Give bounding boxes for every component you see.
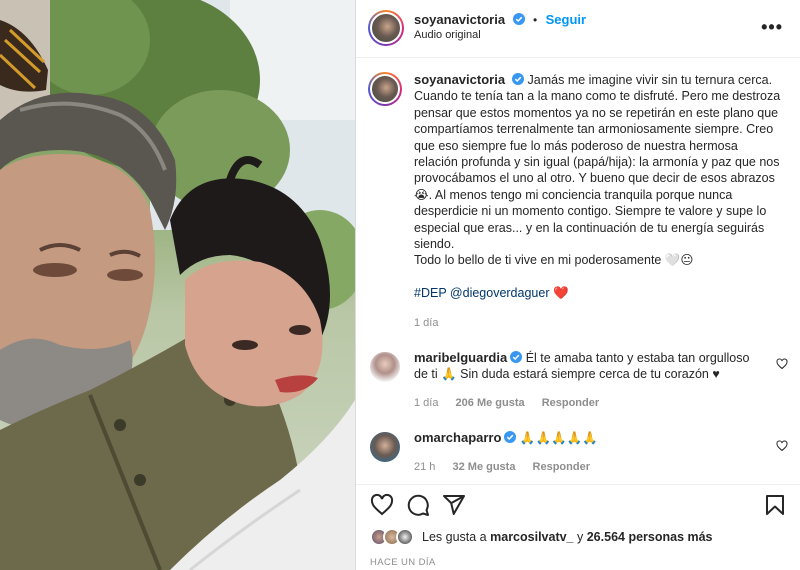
- mention-link[interactable]: @diegoverdaguer: [450, 286, 550, 300]
- comment-icon[interactable]: [406, 493, 430, 517]
- caption-text: soyanavictoria Jamás me imagine vivir si…: [414, 72, 784, 332]
- comment-avatar[interactable]: [370, 352, 400, 382]
- caption-last-emoji: 🤍😐: [664, 253, 694, 268]
- audio-label[interactable]: Audio original: [414, 29, 481, 41]
- separator-dot: •: [532, 13, 538, 27]
- verified-icon: [504, 431, 517, 443]
- likes-summary: Les gusta a marcosilvatv_ y 26.564 perso…: [370, 528, 790, 548]
- caption-line-last: Todo lo bello de ti vive en mi poderosam…: [414, 253, 662, 268]
- likes-user-link[interactable]: marcosilvatv_: [490, 530, 573, 544]
- post-sidebar: soyanavictoria • Seguir Audio original •…: [355, 0, 800, 570]
- comment-avatar[interactable]: [370, 432, 400, 462]
- comment-author[interactable]: maribelguardia: [414, 350, 507, 365]
- tag-emoji: ❤️: [552, 285, 569, 300]
- share-icon[interactable]: [442, 493, 466, 517]
- comment-heart-icon[interactable]: [776, 440, 788, 452]
- reply-button[interactable]: Responder: [533, 461, 590, 473]
- comment-likes[interactable]: 32 Me gusta: [452, 461, 515, 473]
- verified-icon: [512, 13, 525, 25]
- comment-text: maribelguardia Él te amaba tanto y estab…: [414, 350, 754, 383]
- more-icon[interactable]: •••: [761, 17, 783, 38]
- comment-likes[interactable]: 206 Me gusta: [456, 397, 525, 409]
- comment-meta: 21 h 32 Me gusta Responder: [414, 461, 604, 473]
- verified-icon: [510, 351, 523, 363]
- comment-meta: 1 día 206 Me gusta Responder: [414, 397, 613, 409]
- follow-button[interactable]: Seguir: [546, 12, 586, 27]
- comment-author[interactable]: omarchaparro: [414, 430, 501, 445]
- author-username[interactable]: soyanavictoria: [414, 12, 505, 27]
- caption-body2: . Al menos tengo mi conciencia tranquila…: [414, 187, 767, 252]
- comment-body: 🙏🙏🙏🙏🙏: [519, 431, 598, 445]
- comment-heart-icon[interactable]: [776, 358, 788, 370]
- avatar-image: [370, 74, 400, 104]
- comment-text: omarchaparro 🙏🙏🙏🙏🙏: [414, 430, 754, 446]
- liker-avatars[interactable]: [370, 528, 420, 546]
- likes-prefix: Les gusta a: [422, 530, 487, 544]
- caption-author[interactable]: soyanavictoria: [414, 72, 505, 87]
- caption-time[interactable]: 1 día: [414, 315, 784, 331]
- caption-body: Cuando te tenía tan a la mano como te di…: [414, 89, 781, 186]
- comment-item: omarchaparro 🙏🙏🙏🙏🙏 21 h 32 Me gusta Resp…: [368, 430, 788, 480]
- liker-avatar: [396, 528, 414, 546]
- verified-icon: [512, 73, 525, 85]
- reply-button[interactable]: Responder: [542, 397, 599, 409]
- hashtag-link[interactable]: #DEP: [414, 286, 446, 300]
- likes-text: Les gusta a marcosilvatv_ y 26.564 perso…: [422, 530, 713, 544]
- likes-count[interactable]: 26.564 personas más: [587, 530, 713, 544]
- bookmark-icon[interactable]: [763, 493, 787, 517]
- avatar-image: [370, 12, 402, 44]
- comment-time[interactable]: 21 h: [414, 461, 435, 473]
- caption-line1: Jamás me imagine vivir sin tu ternura ce…: [527, 73, 773, 87]
- caption-body-emoji: 😭: [414, 187, 429, 202]
- header-title-row: soyanavictoria • Seguir: [414, 11, 586, 29]
- post-date[interactable]: HACE UN DÍA: [370, 557, 436, 568]
- photo-illustration: [0, 0, 355, 570]
- heart-icon[interactable]: [370, 493, 394, 517]
- author-avatar[interactable]: [368, 10, 404, 46]
- post-header: soyanavictoria • Seguir Audio original •…: [356, 0, 800, 58]
- post-photo[interactable]: [0, 0, 355, 570]
- likes-middle: y: [577, 530, 584, 544]
- caption-avatar[interactable]: [368, 72, 402, 106]
- action-bar: [356, 484, 800, 524]
- comment-time[interactable]: 1 día: [414, 397, 438, 409]
- comment-item: maribelguardia Él te amaba tanto y estab…: [368, 350, 788, 420]
